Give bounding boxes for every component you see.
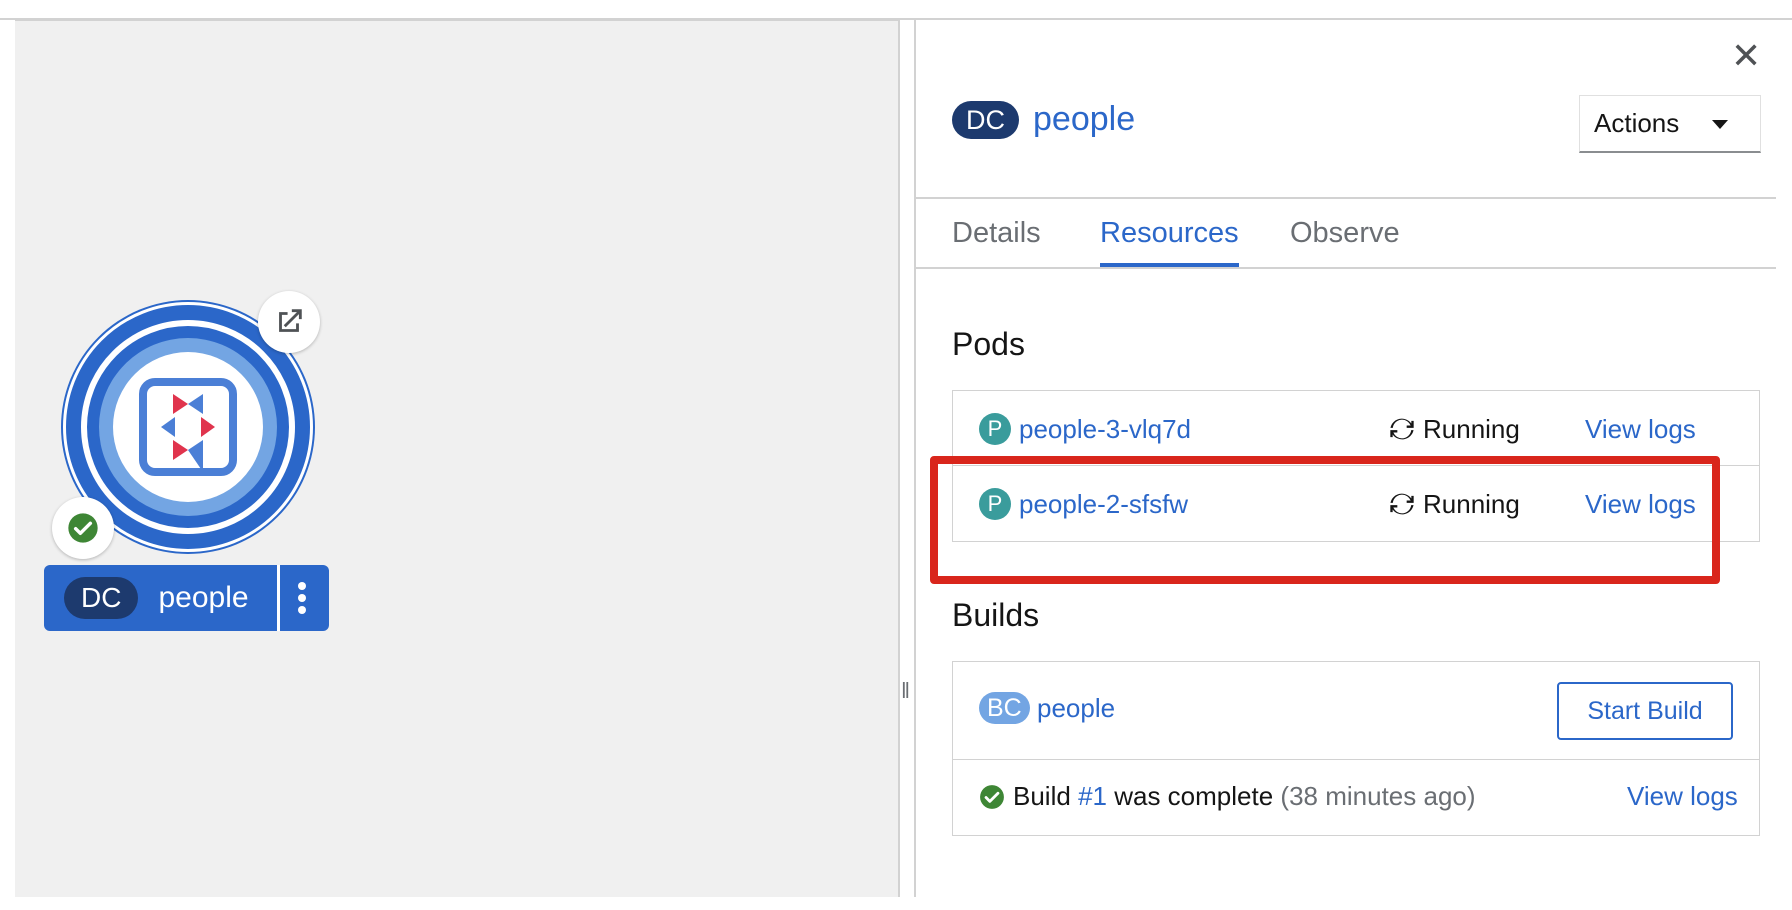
list-item: Build #1 was complete (38 minutes ago) V… — [953, 760, 1759, 835]
pod-status: Running — [1423, 414, 1520, 444]
node-label[interactable]: DC people — [44, 565, 329, 631]
close-button[interactable]: ✕ — [1731, 38, 1761, 74]
bc-badge: BC — [979, 692, 1030, 724]
view-logs-link[interactable]: View logs — [1627, 780, 1738, 812]
dc-badge: DC — [952, 100, 1019, 139]
build-status-text: Build #1 was complete (38 minutes ago) — [1013, 781, 1476, 811]
tab-details[interactable]: Details — [952, 199, 1041, 267]
actions-dropdown[interactable]: Actions — [1579, 95, 1761, 153]
build-config-link[interactable]: people — [1037, 692, 1115, 724]
pod-badge: P — [979, 413, 1011, 445]
pods-heading: Pods — [952, 326, 1025, 362]
view-logs-link[interactable]: View logs — [1585, 413, 1696, 445]
dc-badge: DC — [64, 577, 139, 619]
sync-icon — [1390, 418, 1414, 440]
list-item: BC people Start Build — [953, 662, 1759, 760]
build-number-link[interactable]: #1 — [1078, 781, 1107, 811]
build-age: (38 minutes ago) — [1280, 781, 1476, 811]
actions-label: Actions — [1594, 108, 1680, 138]
side-panel: ✕ DC people Actions Details Resources Ob… — [916, 20, 1776, 897]
open-url-button[interactable] — [258, 291, 320, 353]
kebab-menu-icon[interactable] — [292, 580, 312, 616]
builds-list: BC people Start Build Build #1 was compl… — [952, 661, 1760, 836]
resource-name-link[interactable]: people — [1033, 100, 1135, 139]
highlight-box — [930, 456, 1720, 584]
list-item: P people-3-vlq7d Running View logs — [953, 391, 1759, 466]
tab-resources[interactable]: Resources — [1100, 199, 1239, 267]
status-decorator[interactable] — [52, 497, 114, 559]
panel-title: DC people — [952, 100, 1135, 139]
check-circle-icon — [980, 785, 1004, 809]
builds-heading: Builds — [952, 597, 1040, 633]
caret-down-icon — [1712, 120, 1728, 129]
check-circle-icon — [68, 513, 98, 543]
quarkus-logo-icon — [139, 378, 237, 476]
start-build-button[interactable]: Start Build — [1557, 682, 1733, 740]
tab-bar: Details Resources Observe — [916, 199, 1776, 269]
resize-divider — [898, 19, 900, 897]
external-link-icon — [279, 309, 302, 332]
tab-observe[interactable]: Observe — [1290, 199, 1400, 267]
node-name: people — [158, 581, 249, 614]
pod-link[interactable]: people-3-vlq7d — [1019, 413, 1191, 445]
resize-handle-icon[interactable]: ‖ — [901, 680, 910, 702]
